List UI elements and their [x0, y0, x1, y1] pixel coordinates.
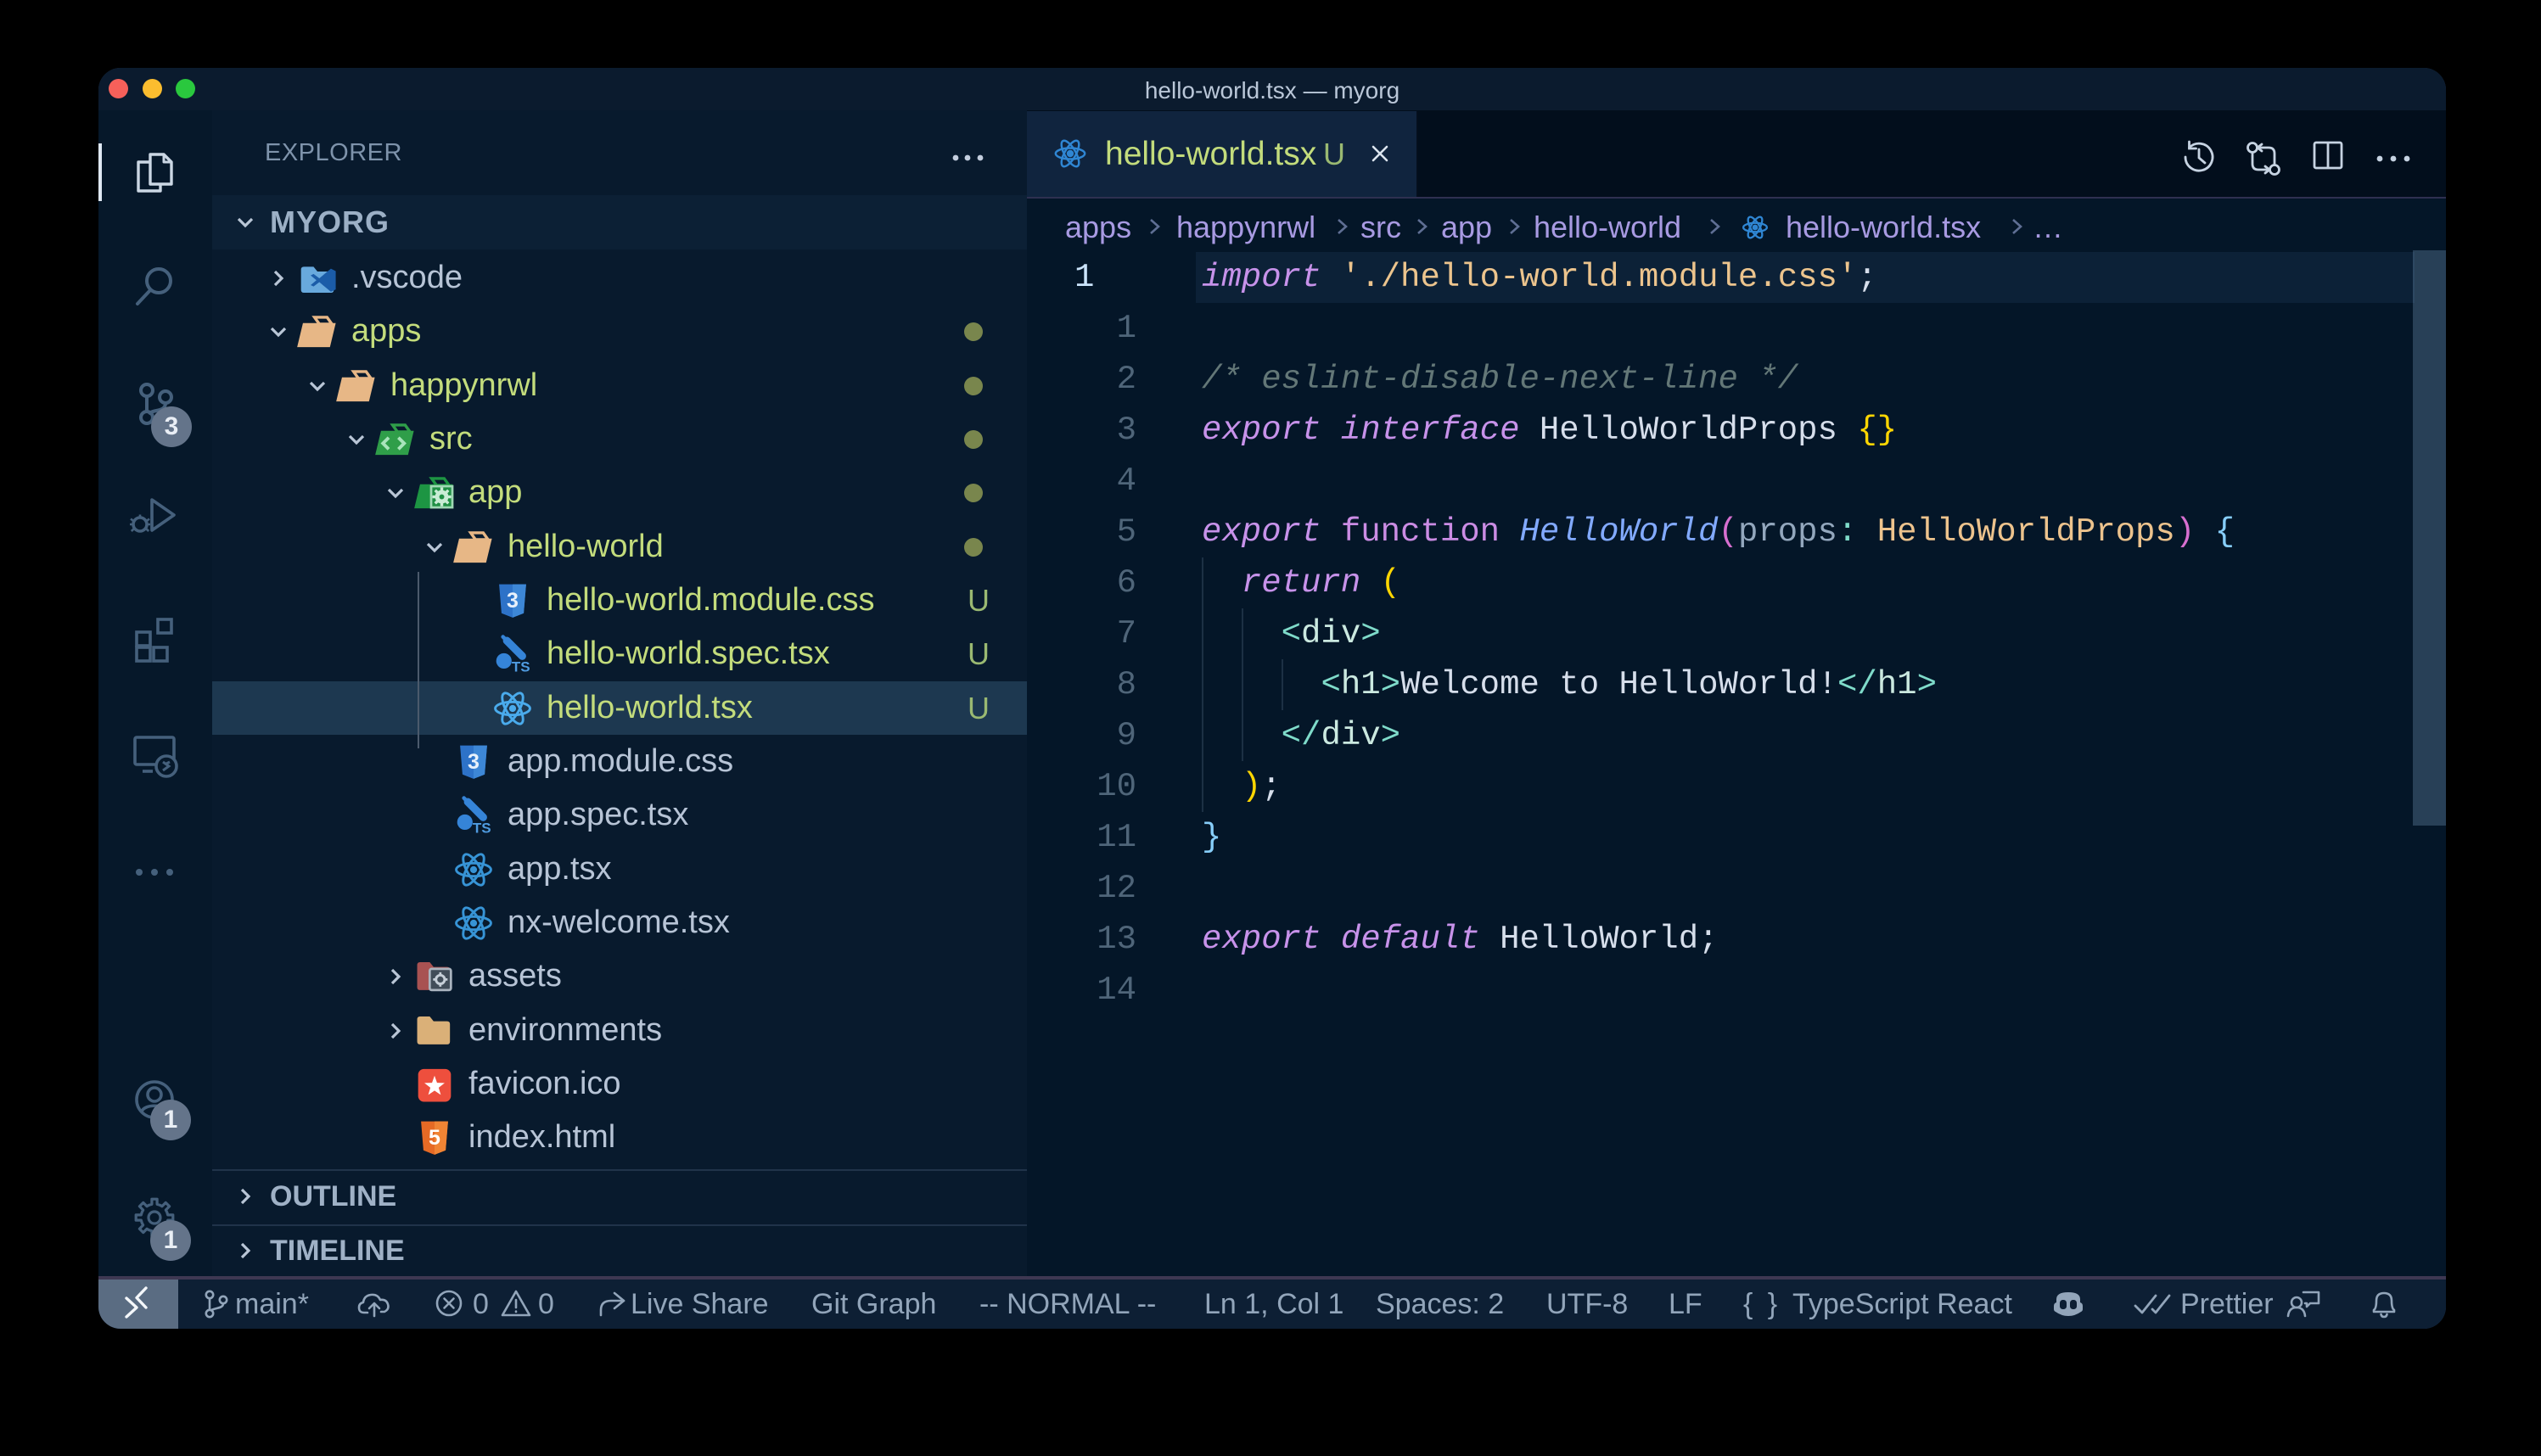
svg-text:3: 3 [468, 750, 480, 774]
svg-text:3: 3 [507, 589, 519, 613]
svg-text:TS: TS [512, 658, 530, 675]
svg-text:TS: TS [473, 820, 491, 836]
svg-text:5: 5 [429, 1126, 440, 1150]
